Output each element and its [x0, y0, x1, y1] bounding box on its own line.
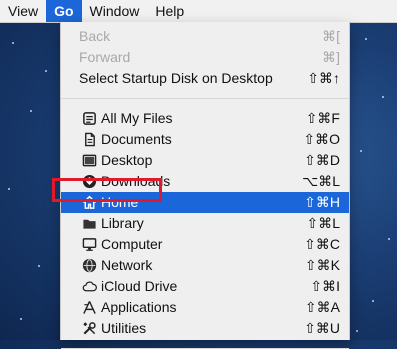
menu-view[interactable]: View — [0, 0, 46, 22]
network-icon — [79, 255, 99, 276]
menu-item-shortcut: ⇧⌘D — [304, 152, 340, 168]
menu-item-label: Network — [101, 257, 153, 273]
documents-icon — [79, 129, 99, 150]
star — [360, 150, 362, 152]
star — [356, 330, 358, 332]
star — [372, 300, 374, 302]
menu-item-all-my-files[interactable]: All My Files ⇧⌘F — [61, 108, 349, 129]
menu-separator — [61, 98, 349, 99]
library-icon — [79, 213, 99, 234]
menu-item-label: Documents — [101, 131, 172, 147]
menu-item-label: Computer — [101, 236, 163, 252]
menu-item-shortcut: ⌘] — [322, 49, 340, 65]
menu-item-back[interactable]: Back ⌘[ — [61, 26, 349, 47]
menu-item-shortcut: ⇧⌘C — [304, 236, 340, 252]
star — [45, 70, 47, 72]
star — [388, 238, 390, 240]
star — [20, 318, 22, 320]
applications-icon — [79, 297, 99, 318]
menu-item-applications[interactable]: Applications ⇧⌘A — [61, 297, 349, 318]
menu-item-label: Home — [101, 194, 139, 210]
menu-item-shortcut: ⌥⌘L — [302, 173, 340, 189]
menu-help[interactable]: Help — [147, 0, 192, 22]
menu-item-computer[interactable]: Computer ⇧⌘C — [61, 234, 349, 255]
menu-item-label: Downloads — [101, 173, 171, 189]
home-icon — [79, 192, 99, 213]
menu-go[interactable]: Go — [46, 0, 82, 22]
menu-item-label: All My Files — [101, 110, 173, 126]
menu-item-network[interactable]: Network ⇧⌘K — [61, 255, 349, 276]
computer-icon — [79, 234, 99, 255]
menu-item-label: iCloud Drive — [101, 278, 178, 294]
menu-item-downloads[interactable]: Downloads ⌥⌘L — [61, 171, 349, 192]
star — [12, 42, 14, 44]
desktop-icon — [79, 150, 99, 171]
menu-item-library[interactable]: Library ⇧⌘L — [61, 213, 349, 234]
menu-item-label: Back — [79, 28, 111, 44]
menu-item-shortcut: ⇧⌘K — [304, 257, 340, 273]
menu-item-shortcut: ⇧⌘O — [303, 131, 340, 147]
menu-item-utilities[interactable]: Utilities ⇧⌘U — [61, 318, 349, 339]
menu-item-shortcut: ⇧⌘F — [305, 110, 340, 126]
star — [38, 265, 40, 267]
menu-item-shortcut: ⇧⌘↑ — [307, 70, 340, 86]
menu-item-label: Library — [101, 215, 144, 231]
star — [30, 110, 32, 112]
menu-item-label: Select Startup Disk on Desktop — [79, 70, 273, 86]
menu-item-shortcut: ⌘[ — [322, 28, 340, 44]
utilities-icon — [79, 318, 99, 339]
menu-item-shortcut: ⇧⌘L — [306, 215, 340, 231]
star — [382, 96, 384, 98]
menu-item-forward[interactable]: Forward ⌘] — [61, 47, 349, 68]
menu-item-shortcut: ⇧⌘I — [310, 278, 340, 294]
icloud-drive-icon — [79, 276, 99, 297]
star — [365, 38, 367, 40]
menu-item-label: Desktop — [101, 152, 153, 168]
all-my-files-icon — [79, 108, 99, 129]
downloads-icon — [79, 171, 99, 192]
menu-item-shortcut: ⇧⌘U — [304, 320, 340, 336]
menu-item-select-startup-disk[interactable]: Select Startup Disk on Desktop ⇧⌘↑ — [61, 68, 349, 89]
menu-item-shortcut: ⇧⌘H — [304, 194, 340, 210]
star — [8, 188, 10, 190]
menu-bar: View Go Window Help — [0, 0, 397, 23]
menu-item-home[interactable]: Home ⇧⌘H — [61, 192, 349, 213]
menu-item-label: Utilities — [101, 320, 147, 336]
menu-item-label: Applications — [101, 299, 177, 315]
menu-item-desktop[interactable]: Desktop ⇧⌘D — [61, 150, 349, 171]
menu-item-label: Forward — [79, 49, 131, 65]
menu-item-shortcut: ⇧⌘A — [304, 299, 340, 315]
menu-item-icloud-drive[interactable]: iCloud Drive ⇧⌘I — [61, 276, 349, 297]
menu-item-documents[interactable]: Documents ⇧⌘O — [61, 129, 349, 150]
go-menu-dropdown: Back ⌘[ Forward ⌘] Select Startup Disk o… — [60, 22, 350, 349]
menu-window[interactable]: Window — [82, 0, 148, 22]
